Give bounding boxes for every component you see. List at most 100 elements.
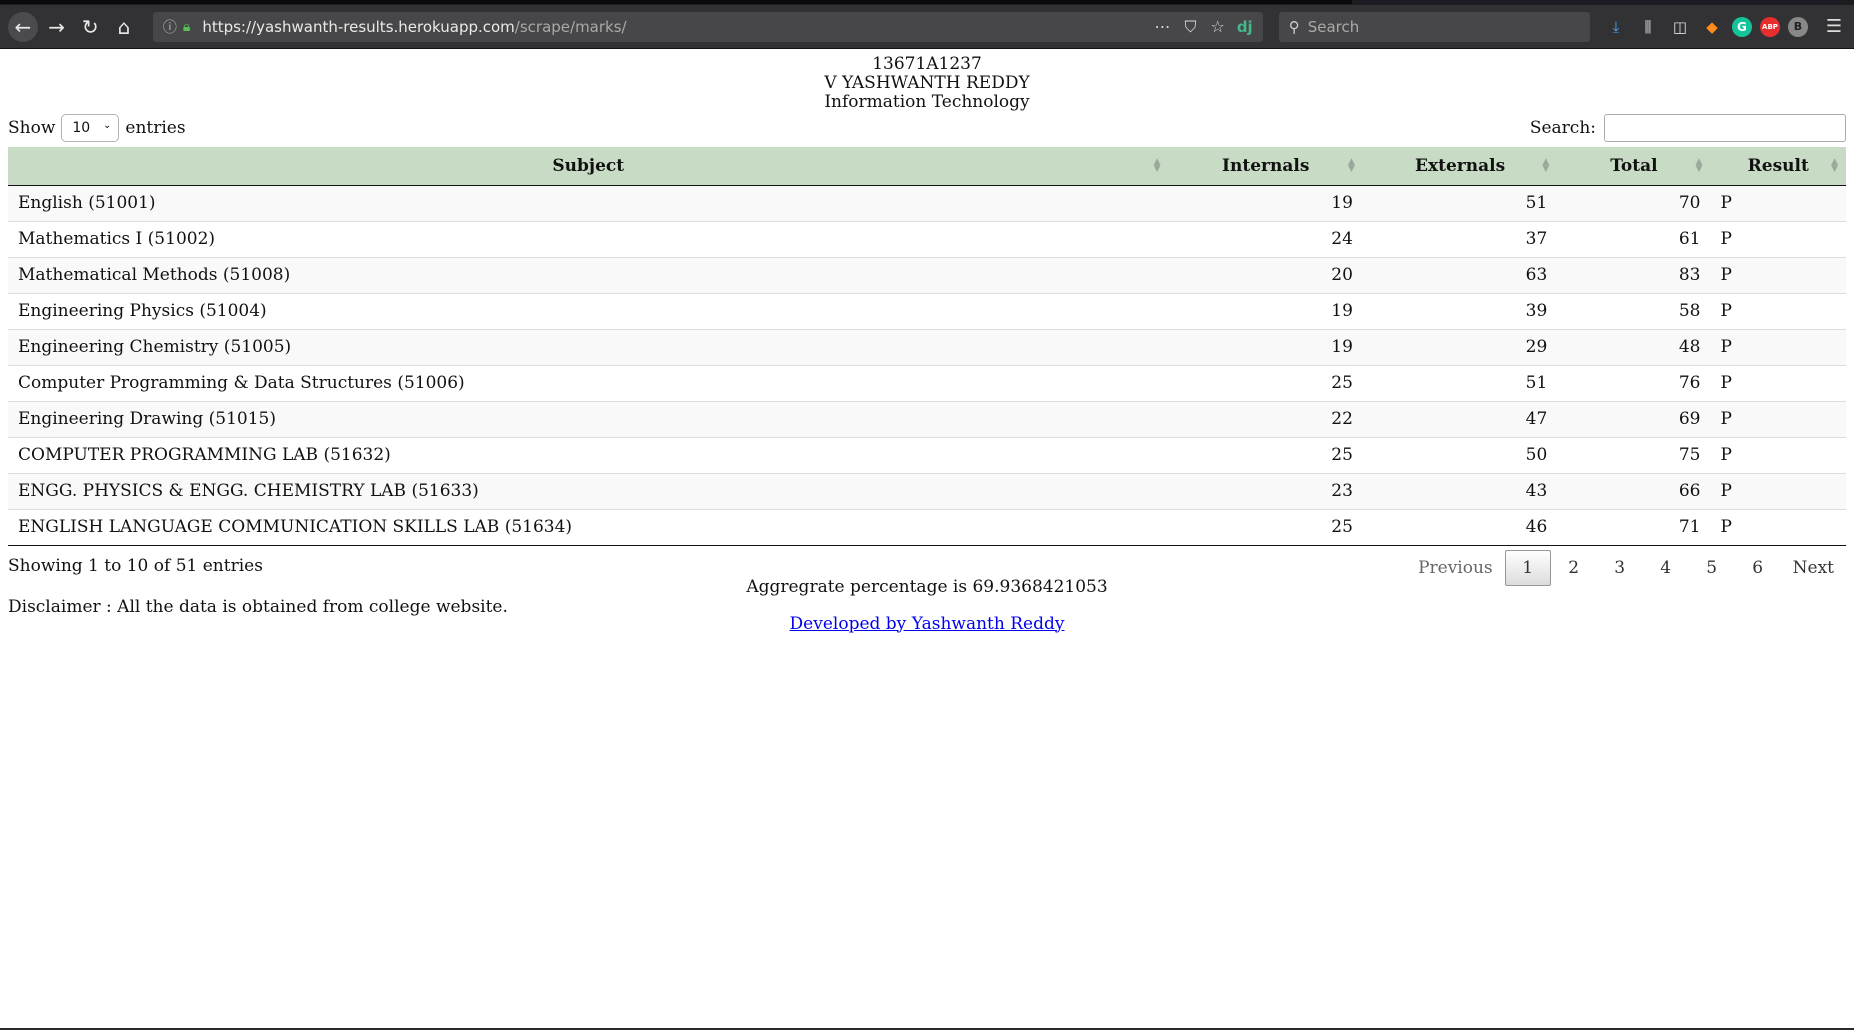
cell-externals: 37 xyxy=(1362,220,1558,257)
page-button-4[interactable]: 4 xyxy=(1643,550,1689,586)
table-row: Computer Programming & Data Structures (… xyxy=(8,364,1846,401)
page-button-5[interactable]: 5 xyxy=(1689,550,1735,586)
b-extension-icon[interactable]: B xyxy=(1787,16,1808,37)
url-bar[interactable]: ⓘ 🔒︎ https://yashwanth-results.herokuapp… xyxy=(152,11,1263,42)
page-button-2[interactable]: 2 xyxy=(1551,550,1597,586)
student-name: V YASHWANTH REDDY xyxy=(824,73,1030,93)
header-externals[interactable]: Externals ▲ ▼ xyxy=(1362,147,1558,186)
cell-result: P xyxy=(1710,436,1846,473)
cell-externals: 63 xyxy=(1362,256,1558,293)
browser-toolbar: ← → ↻ ⌂ ⓘ 🔒︎ https://yashwanth-results.h… xyxy=(0,5,1854,49)
roll-number: 13671A1237 xyxy=(872,54,982,74)
adblock-plus-icon[interactable]: ABP xyxy=(1759,16,1780,37)
django-extension-icon[interactable]: dj xyxy=(1237,18,1253,36)
search-label: Search: xyxy=(1529,118,1596,138)
sort-icon: ▲ ▼ xyxy=(1831,157,1838,174)
cell-externals: 39 xyxy=(1362,292,1558,329)
developer-link[interactable]: Developed by Yashwanth Reddy xyxy=(790,614,1065,634)
header-subject[interactable]: Subject ▲ ▼ xyxy=(8,147,1169,186)
cell-result: P xyxy=(1710,400,1846,437)
table-search: Search: xyxy=(1530,114,1846,142)
page-button-1[interactable]: 1 xyxy=(1504,549,1551,586)
cell-result: P xyxy=(1710,292,1846,329)
cell-internals: 19 xyxy=(1168,292,1363,329)
table-header-row: Subject ▲ ▼ Internals ▲ ▼ Externals ▲ ▼ Total ▲… xyxy=(8,147,1846,186)
table-row: Engineering Chemistry (51005) 19 29 48 P xyxy=(8,328,1846,365)
home-icon: ⌂ xyxy=(117,14,131,39)
cell-internals: 24 xyxy=(1168,220,1363,257)
lock-icon[interactable]: 🔒︎ xyxy=(183,19,190,35)
page-content: 13671A1237 V YASHWANTH REDDY Information… xyxy=(0,49,1854,634)
cell-externals: 43 xyxy=(1362,472,1558,509)
sidebar-icon[interactable]: ◫ xyxy=(1668,15,1692,39)
header-internals[interactable]: Internals ▲ ▼ xyxy=(1168,147,1363,186)
table-row: English (51001) 19 51 70 P xyxy=(8,185,1846,221)
page-button-6[interactable]: 6 xyxy=(1735,550,1781,586)
back-button[interactable]: ← xyxy=(8,11,38,42)
browser-search-field[interactable]: ⚲ Search xyxy=(1278,11,1590,42)
previous-button[interactable]: Previous xyxy=(1406,550,1505,586)
cell-externals: 47 xyxy=(1362,400,1558,437)
cell-subject: Engineering Physics (51004) xyxy=(8,292,1169,329)
sort-icon: ▲ ▼ xyxy=(1542,157,1550,174)
cell-externals: 51 xyxy=(1362,364,1558,401)
table-row: ENGG. PHYSICS & ENGG. CHEMISTRY LAB (516… xyxy=(8,472,1846,509)
cell-externals: 51 xyxy=(1362,185,1558,221)
cell-internals: 23 xyxy=(1168,472,1363,509)
marks-table: Subject ▲ ▼ Internals ▲ ▼ Externals ▲ ▼ Total ▲… xyxy=(8,147,1846,546)
cell-internals: 22 xyxy=(1168,400,1363,437)
cell-subject: English (51001) xyxy=(8,185,1169,221)
arrow-right-icon: → xyxy=(48,14,65,39)
table-row: Mathematical Methods (51008) 20 63 83 P xyxy=(8,256,1846,293)
cell-internals: 19 xyxy=(1168,185,1363,221)
cell-subject: Computer Programming & Data Structures (… xyxy=(8,364,1169,401)
pocket-icon[interactable]: ⛉ xyxy=(1184,17,1196,37)
show-entries: Show 10 ⌄ entries xyxy=(8,114,186,142)
cell-internals: 25 xyxy=(1168,364,1363,401)
more-actions-icon[interactable]: ⋯ xyxy=(1154,17,1170,36)
url-host: https://yashwanth-results.herokuapp.com xyxy=(202,17,515,36)
header-total[interactable]: Total ▲ ▼ xyxy=(1557,147,1711,186)
library-icon[interactable]: ⫼ xyxy=(1636,15,1660,39)
entries-length-select[interactable]: 10 ⌄ xyxy=(61,114,120,142)
cell-total: 61 xyxy=(1557,220,1711,257)
cell-subject: COMPUTER PROGRAMMING LAB (51632) xyxy=(8,436,1169,473)
reload-icon: ↻ xyxy=(81,14,99,39)
next-button[interactable]: Next xyxy=(1781,550,1846,586)
cell-externals: 46 xyxy=(1362,508,1558,546)
cell-subject: Engineering Drawing (51015) xyxy=(8,400,1169,437)
table-row: ENGLISH LANGUAGE COMMUNICATION SKILLS LA… xyxy=(8,508,1846,546)
tab-strip xyxy=(0,0,1854,5)
cell-result: P xyxy=(1710,472,1846,509)
info-icon[interactable]: ⓘ xyxy=(163,17,177,37)
bookmark-star-icon[interactable]: ☆ xyxy=(1210,17,1224,36)
reload-button[interactable]: ↻ xyxy=(75,12,105,42)
search-icon: ⚲ xyxy=(1288,17,1300,36)
search-input[interactable] xyxy=(1604,114,1846,142)
branch-name: Information Technology xyxy=(824,92,1030,112)
cell-externals: 50 xyxy=(1362,436,1558,473)
cell-result: P xyxy=(1710,185,1846,221)
table-footer: Showing 1 to 10 of 51 entries Previous 1… xyxy=(8,546,1846,590)
sort-icon: ▲ ▼ xyxy=(1695,157,1703,174)
table-row: Mathematics I (51002) 24 37 61 P xyxy=(8,220,1846,257)
home-button[interactable]: ⌂ xyxy=(109,12,139,42)
browser-search-placeholder: Search xyxy=(1307,17,1360,36)
grammarly-icon[interactable]: G xyxy=(1731,16,1752,37)
hamburger-menu-icon[interactable]: ☰ xyxy=(1822,15,1846,39)
chevron-down-icon: ⌄ xyxy=(103,120,112,131)
download-icon[interactable]: ⤓ xyxy=(1604,15,1628,39)
cell-total: 69 xyxy=(1557,400,1711,437)
forward-button[interactable]: → xyxy=(42,12,72,42)
metamask-fox-icon[interactable]: ◆ xyxy=(1700,15,1724,39)
header-result[interactable]: Result ▲ ▼ xyxy=(1710,147,1846,186)
cell-subject: ENGG. PHYSICS & ENGG. CHEMISTRY LAB (516… xyxy=(8,472,1169,509)
entries-label: entries xyxy=(125,118,186,138)
cell-total: 48 xyxy=(1557,328,1711,365)
cell-result: P xyxy=(1710,364,1846,401)
cell-subject: Mathematics I (51002) xyxy=(8,220,1169,257)
cell-total: 71 xyxy=(1557,508,1711,546)
pagination: Previous 1 2 3 4 5 6 Next xyxy=(1406,549,1846,586)
page-button-3[interactable]: 3 xyxy=(1597,550,1643,586)
show-label: Show xyxy=(8,118,56,138)
